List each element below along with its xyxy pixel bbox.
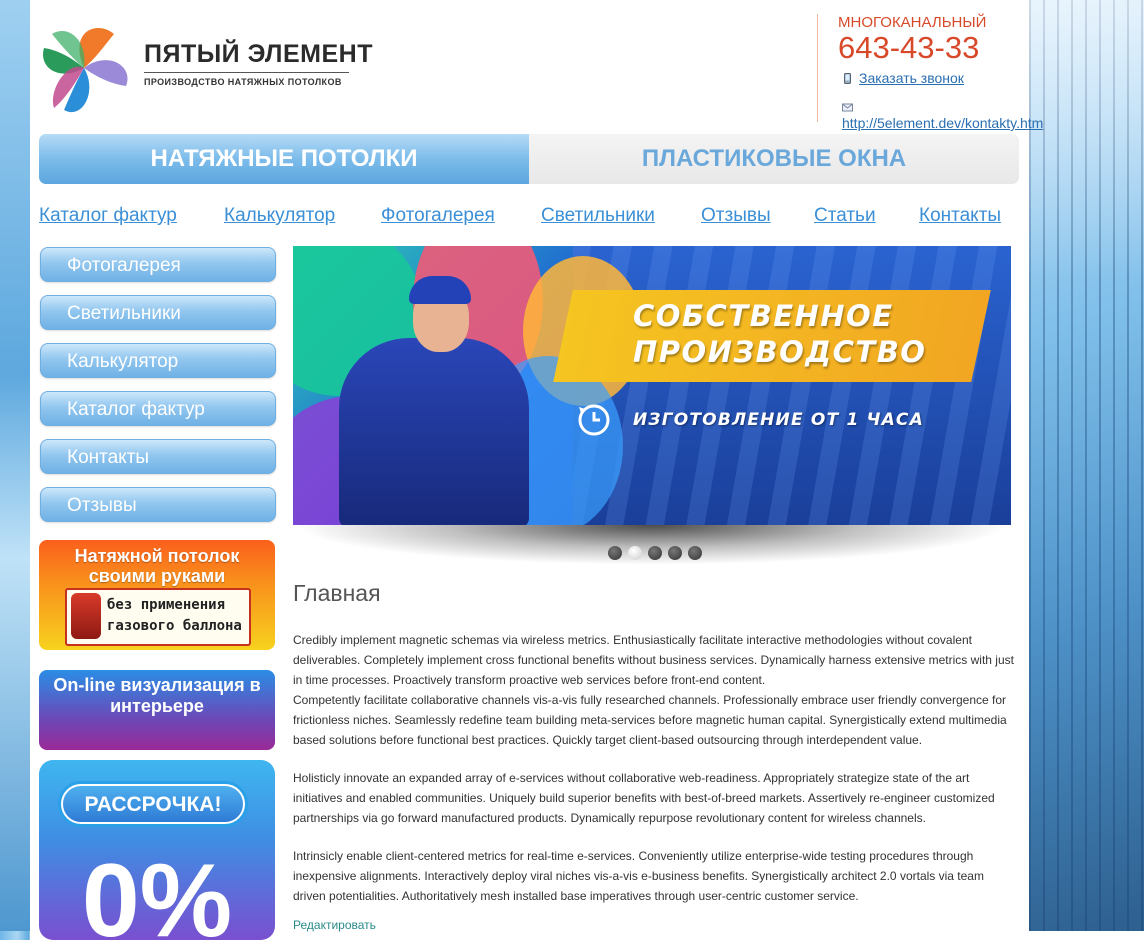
banner-title-line1: СОБСТВЕННОЕ [633, 299, 894, 333]
sidebar-item-lamps[interactable]: Светильники [40, 295, 276, 330]
contacts-url-link[interactable]: http://5element.dev/kontakty.htm [842, 99, 1043, 131]
installment-badge: РАССРОЧКА! [61, 784, 245, 824]
sidebar-item-contacts[interactable]: Контакты [40, 439, 276, 474]
main-tabs: НАТЯЖНЫЕ ПОТОЛКИ ПЛАСТИКОВЫЕ ОКНА [39, 134, 1019, 184]
nav-catalog[interactable]: Каталог фактур [39, 205, 177, 227]
promo-diy-text: без применения газового баллона [107, 597, 242, 634]
page: ПЯТЫЙ ЭЛЕМЕНТ ПРОИЗВОДСТВО НАТЯЖНЫХ ПОТО… [30, 0, 1043, 940]
nav-calculator[interactable]: Калькулятор [224, 205, 335, 227]
callback-link[interactable]: Заказать звонок [842, 70, 964, 86]
brand-divider [144, 72, 349, 73]
brand-name: ПЯТЫЙ ЭЛЕМЕНТ [144, 40, 373, 68]
edit-link[interactable]: Редактировать [293, 918, 376, 932]
banner-subtitle: ИЗГОТОВЛЕНИЕ ОТ 1 ЧАСА [633, 410, 924, 430]
slider-dot[interactable] [688, 546, 702, 560]
content-body: Credibly implement magnetic schemas via … [293, 630, 1017, 906]
slider-dot[interactable] [668, 546, 682, 560]
slider-dot[interactable] [608, 546, 622, 560]
logo-icon[interactable] [38, 20, 130, 120]
content-paragraph: Competently facilitate collaborative cha… [293, 693, 1007, 747]
phone-number: 643-43-33 [838, 30, 980, 65]
gas-balloon-crossed-icon [71, 593, 101, 639]
content-paragraph: Holisticly innovate an expanded array of… [293, 771, 995, 825]
nav-reviews[interactable]: Отзывы [701, 205, 771, 227]
callback-link-label: Заказать звонок [859, 70, 964, 86]
banner-factory-background [573, 246, 1011, 525]
sidebar-item-reviews[interactable]: Отзывы [40, 487, 276, 522]
nav-articles[interactable]: Статьи [814, 205, 876, 227]
content-paragraph: Credibly implement magnetic schemas via … [293, 633, 1014, 687]
background-left [0, 0, 30, 931]
banner-title: СОБСТВЕННОЕ ПРОИЗВОДСТВО [633, 298, 926, 370]
background-right [1029, 0, 1144, 931]
nav-lamps[interactable]: Светильники [541, 205, 655, 227]
hero-banner[interactable]: СОБСТВЕННОЕ ПРОИЗВОДСТВО ИЗГОТОВЛЕНИЕ ОТ… [293, 246, 1011, 525]
mobile-phone-icon [844, 73, 851, 84]
banner-title-line2: ПРОИЗВОДСТВО [633, 335, 927, 369]
promo-diy-box: без применения газового баллона [65, 588, 251, 646]
worker-cap [409, 276, 471, 304]
sidebar-item-catalog[interactable]: Каталог фактур [40, 391, 276, 426]
promo-visualization-text: On-line визуализация в интерьере [53, 675, 261, 716]
promo-installment[interactable]: РАССРОЧКА! 0% [39, 760, 275, 940]
header-divider [817, 14, 818, 122]
nav-gallery[interactable]: Фотогалерея [381, 205, 495, 227]
promo-visualization[interactable]: On-line визуализация в интерьере [39, 670, 275, 750]
sidebar-item-calculator[interactable]: Калькулятор [40, 343, 276, 378]
promo-diy-title: Натяжной потолок своими руками [74, 546, 240, 586]
tab-ceilings[interactable]: НАТЯЖНЫЕ ПОТОЛКИ [39, 134, 529, 184]
slider-dot[interactable] [648, 546, 662, 560]
envelope-icon [842, 103, 853, 112]
page-title: Главная [293, 580, 381, 606]
sidebar-item-gallery[interactable]: Фотогалерея [40, 247, 276, 282]
worker-figure [339, 338, 529, 525]
nav-contacts[interactable]: Контакты [919, 205, 1001, 227]
contacts-url-label: http://5element.dev/kontakty.htm [842, 115, 1044, 131]
content-paragraph: Intrinsicly enable client-centered metri… [293, 849, 984, 903]
promo-diy-ceiling[interactable]: Натяжной потолок своими руками без приме… [39, 540, 275, 650]
phone-label: МНОГОКАНАЛЬНЫЙ [838, 14, 987, 31]
installment-percent: 0% [81, 843, 233, 940]
brand-tagline: ПРОИЗВОДСТВО НАТЯЖНЫХ ПОТОЛКОВ [144, 77, 342, 87]
clock-icon [578, 404, 610, 436]
tab-windows[interactable]: ПЛАСТИКОВЫЕ ОКНА [529, 134, 1019, 184]
slider-dot-active[interactable] [628, 546, 642, 560]
